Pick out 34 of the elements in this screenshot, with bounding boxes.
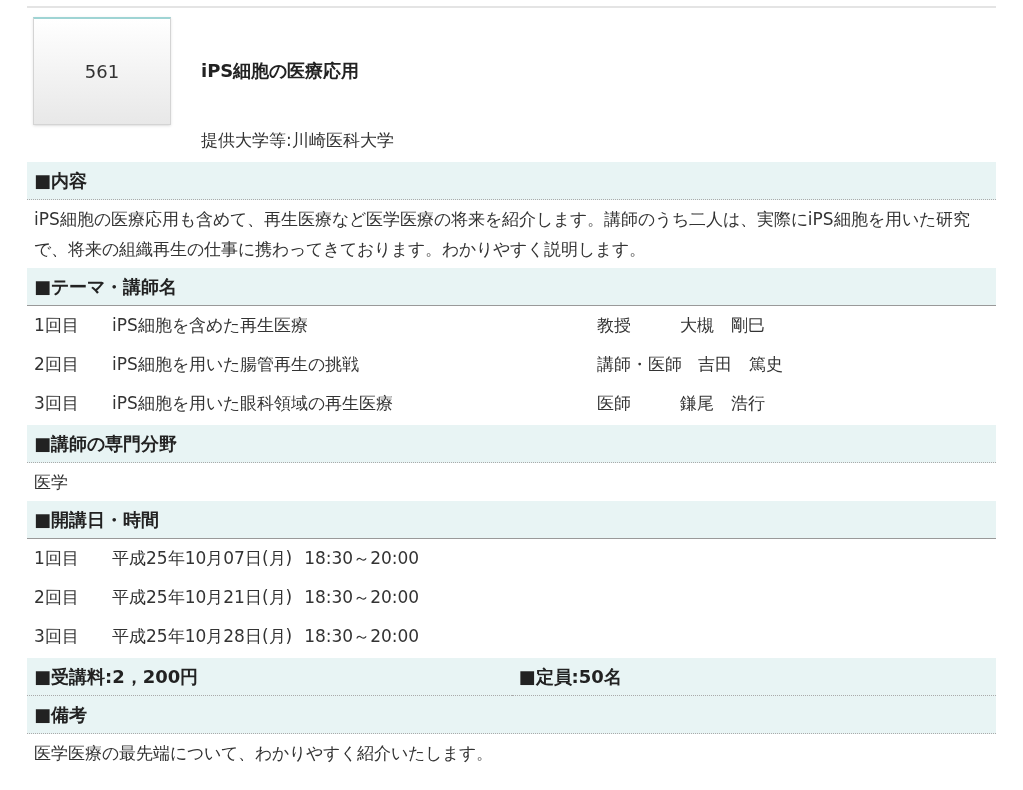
session-number: 2回目 — [34, 353, 80, 377]
lecturer-name: 大槻 剛巳 — [680, 314, 765, 338]
lecturer-role: 医師 — [597, 392, 632, 416]
section-heading: ■受講料:2，200円 — [27, 657, 512, 696]
section-heading: ■開講日・時間 — [27, 500, 996, 539]
session-time: 18:30～20:00 — [304, 547, 420, 571]
session-date: 平成25年10月28日(月) — [112, 625, 293, 649]
session-date: 平成25年10月21日(月) — [112, 586, 293, 610]
section-heading: ■定員:50名 — [511, 657, 996, 696]
session-date: 平成25年10月07日(月) — [112, 547, 293, 571]
lecture-theme: iPS細胞を用いた眼科領域の再生医療 — [112, 392, 394, 416]
lecture-theme: iPS細胞を含めた再生医療 — [112, 314, 309, 338]
lecturer-name: 鎌尾 浩行 — [680, 392, 765, 416]
lecturer-name: 吉田 篤史 — [698, 353, 783, 377]
session-number: 2回目 — [34, 586, 80, 610]
session-number: 1回目 — [34, 314, 80, 338]
session-time: 18:30～20:00 — [304, 586, 420, 610]
section-text: 医学医療の最先端について、わかりやすく紹介いたします。 — [33, 741, 494, 765]
section-text: iPS細胞の医療応用も含めて、再生医療など医学医療の将来を紹介します。講師のうち二人は、実際にiPS細胞を用いた研究で、将来の組織再生の仕事に携わってきております。わかりやすく説明します。 — [33, 207, 971, 261]
course-title: iPS細胞の医療応用 — [201, 59, 361, 83]
session-number: 1回目 — [34, 547, 80, 571]
session-time: 18:30～20:00 — [304, 625, 420, 649]
session-number: 3回目 — [34, 625, 80, 649]
provider-text: 提供大学等:川崎医科大学 — [201, 129, 394, 152]
session-number: 3回目 — [34, 392, 80, 416]
section-heading: ■備考 — [27, 695, 996, 734]
lecturer-role: 教授 — [597, 314, 632, 338]
lecturer-role: 講師・医師 — [597, 353, 682, 377]
section-heading: ■講師の専門分野 — [27, 424, 996, 463]
section-heading: ■テーマ・講師名 — [27, 267, 996, 306]
section-text: 医学 — [33, 470, 69, 494]
section-heading: ■内容 — [27, 161, 996, 200]
course-number-tile: 561 — [33, 17, 171, 125]
lecture-theme: iPS細胞を用いた腸管再生の挑戦 — [112, 353, 360, 377]
